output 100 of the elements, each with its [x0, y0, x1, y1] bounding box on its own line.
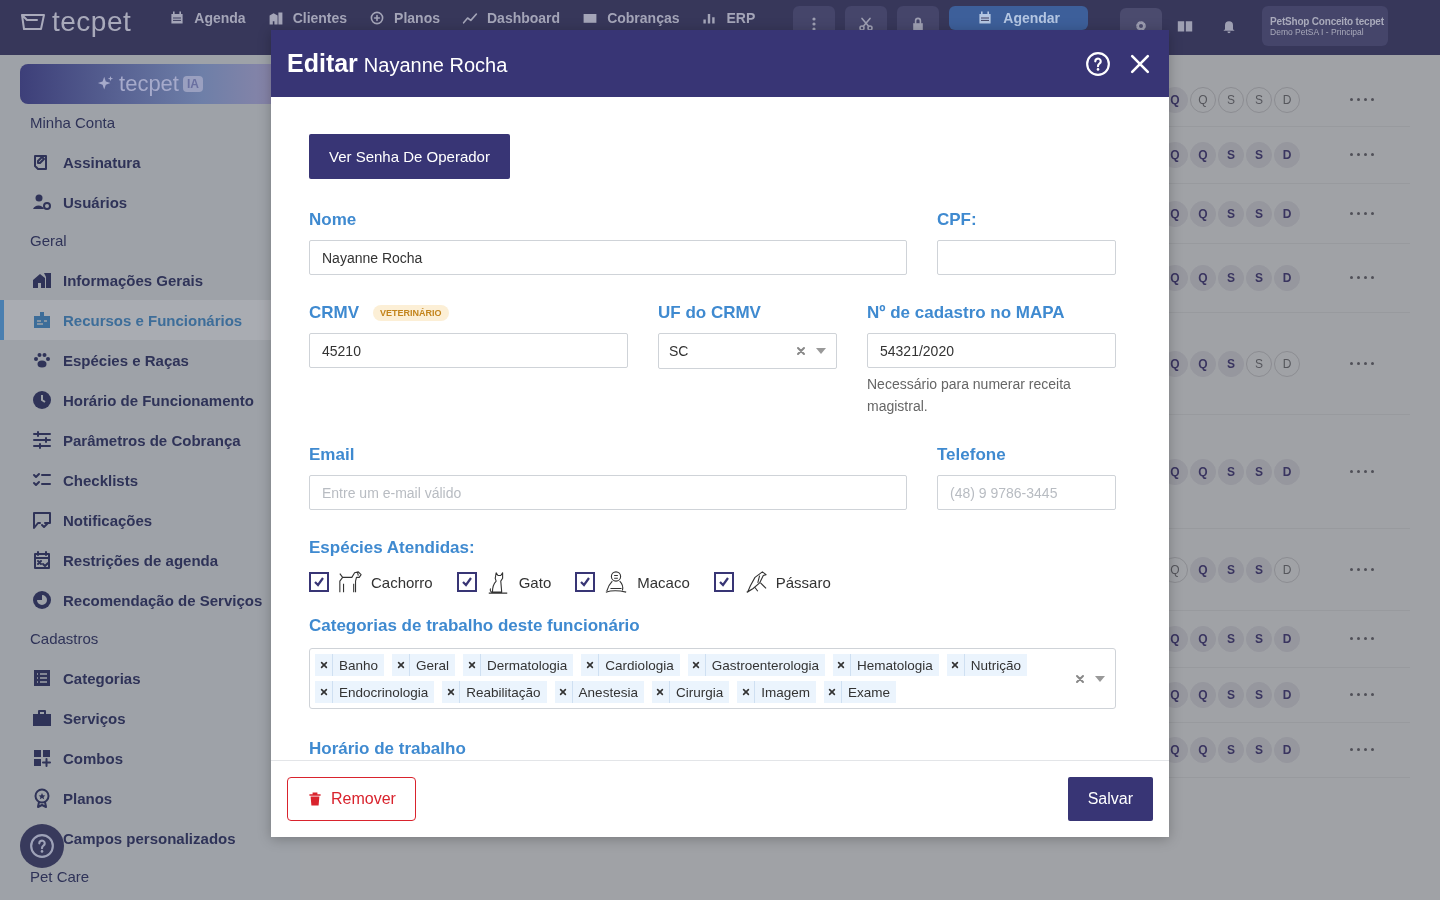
app-logo[interactable]: tecpet [52, 6, 132, 38]
weekday-toggle[interactable]: S [1246, 265, 1272, 291]
tag: Hematologia [833, 654, 939, 676]
sidebar-item[interactable]: Combos [0, 738, 300, 778]
input-field[interactable]: Entre um e-mail válido [309, 475, 907, 510]
weekday-toggle[interactable]: D [1274, 737, 1300, 763]
field-label: Nome [309, 209, 358, 231]
more-icon[interactable] [1350, 567, 1374, 572]
weekday-toggle[interactable]: Q [1190, 458, 1216, 485]
weekday-toggle[interactable]: D [1274, 458, 1300, 485]
tag: Endocrinologia [315, 681, 435, 703]
nav-link[interactable]: Dashboard [462, 10, 561, 26]
weekday-toggle[interactable]: S [1246, 556, 1272, 583]
sidebar-item[interactable]: Horário de Funcionamento [0, 380, 300, 420]
id-badge-icon [32, 310, 52, 330]
clock-icon [32, 390, 52, 410]
more-icon[interactable] [1350, 693, 1374, 697]
sidebar-item[interactable]: Restrições de agenda [0, 540, 300, 580]
sidebar-item[interactable]: Checklists [0, 460, 300, 500]
checkbox[interactable] [713, 572, 734, 592]
nav-link[interactable]: Cobranças [582, 10, 680, 26]
field-label: CRMV [309, 302, 360, 324]
checkbox[interactable] [575, 572, 596, 592]
help-button[interactable] [1085, 50, 1111, 77]
nav-link[interactable]: Clientes [267, 10, 348, 26]
more-icon[interactable] [1350, 211, 1374, 216]
sidebar-item[interactable]: Categorias [0, 658, 300, 698]
weekday-toggle[interactable]: S [1218, 737, 1244, 763]
weekday-toggle[interactable]: S [1218, 350, 1244, 377]
sidebar-item[interactable]: Serviços [0, 698, 300, 738]
account-menu[interactable]: PetShop Conceito tecpet Demo PetSA I - Principal [1262, 6, 1388, 46]
operator-password-button[interactable]: Ver Senha De Operador [309, 134, 510, 179]
tag: Anestesia [554, 681, 644, 703]
remove-icon [319, 688, 328, 696]
weekday-toggle[interactable]: Q [1190, 142, 1216, 168]
more-icon[interactable] [1350, 153, 1374, 157]
sidebar-item[interactable]: Informações Gerais [0, 260, 300, 300]
weekday-toggle[interactable]: Q [1190, 682, 1216, 708]
weekday-toggle[interactable]: Q [1190, 626, 1216, 652]
weekday-toggle[interactable]: D [1274, 265, 1300, 291]
help-text: Necessário para numerar receita magistral. [867, 375, 1072, 416]
weekday-toggle[interactable]: S [1218, 626, 1244, 652]
input-field[interactable]: 54321/2020 [867, 333, 1116, 368]
input-field[interactable]: Nayanne Rocha [309, 240, 907, 275]
weekday-toggle[interactable]: D [1274, 200, 1300, 227]
input-field[interactable]: (48) 9 9786-3445 [937, 475, 1116, 510]
weekday-toggle[interactable]: S [1246, 142, 1272, 168]
remove-button[interactable]: Remover [287, 777, 416, 821]
weekday-toggle[interactable]: Q [1190, 350, 1216, 377]
help-icon [1085, 50, 1111, 77]
weekday-toggle[interactable]: S [1218, 682, 1244, 708]
weekday-toggle[interactable]: S [1246, 737, 1272, 763]
more-icon[interactable] [1350, 637, 1374, 641]
more-icon[interactable] [1350, 276, 1374, 280]
more-icon[interactable] [1350, 361, 1374, 366]
help-icon [29, 833, 55, 859]
checkbox[interactable] [309, 572, 329, 592]
input-field[interactable]: 45210 [309, 333, 628, 368]
weekday-toggle[interactable]: S [1218, 200, 1244, 227]
field-label: Telefone [937, 444, 1007, 466]
sidebar-item[interactable]: Usuários [0, 182, 300, 222]
weekday-toggle[interactable]: S [1246, 458, 1272, 485]
option-label: Pássaro [775, 573, 831, 591]
weekday-toggle[interactable]: S [1218, 458, 1244, 485]
weekday-toggle[interactable]: Q [1190, 556, 1216, 583]
sidebar-item[interactable]: Espécies e Raças [0, 340, 300, 380]
weekday-toggle[interactable]: Q [1190, 200, 1216, 227]
weekday-toggle[interactable]: D [1274, 142, 1300, 168]
schedule-button[interactable]: Agendar [949, 6, 1089, 30]
more-icon[interactable] [1350, 469, 1374, 474]
weekday-toggle[interactable]: S [1246, 200, 1272, 227]
field-label: UF do CRMV [658, 302, 762, 324]
nav-link[interactable]: Agenda [169, 10, 246, 26]
nav-link[interactable]: ERP [701, 10, 756, 26]
sidebar-item[interactable]: Recomendação de Serviços [0, 580, 300, 620]
weekday-toggle[interactable]: S [1218, 142, 1244, 168]
input-field[interactable] [937, 240, 1116, 275]
save-button[interactable]: Salvar [1067, 777, 1153, 821]
nav-link[interactable]: Planos [369, 10, 440, 26]
sidebar-item[interactable]: Assinatura [0, 142, 300, 182]
more-icon[interactable] [1350, 748, 1374, 752]
category-select[interactable]: Banho Geral Dermatologia Cardiologia Gastroenterologia Hematologia Nutrição Endocrinologia Reabilitação Anestesia Cirurgia Imagem Exame [309, 648, 1116, 709]
section-title: Geral [29, 231, 68, 251]
weekday-toggle[interactable]: S [1246, 626, 1272, 652]
section-title: Pet Care [29, 867, 91, 887]
sidebar-item[interactable]: Parâmetros de Cobrança [0, 420, 300, 460]
weekday-toggle[interactable]: Q [1190, 737, 1216, 763]
state-select[interactable]: SC [658, 333, 837, 369]
building-icon [32, 270, 52, 290]
weekday-toggle[interactable]: D [1274, 682, 1300, 708]
checkbox[interactable] [456, 572, 477, 592]
weekday-toggle[interactable]: S [1246, 682, 1272, 708]
weekday-toggle[interactable]: Q [1190, 265, 1216, 291]
weekday-toggle[interactable]: S [1218, 556, 1244, 583]
tag: Cardiologia [581, 654, 680, 676]
weekday-toggle[interactable]: S [1218, 265, 1244, 291]
sidebar-item[interactable]: Notificações [0, 500, 300, 540]
weekday-toggle[interactable]: D [1274, 626, 1300, 652]
field-label: Espécies Atendidas: [309, 537, 476, 559]
more-icon[interactable] [1350, 97, 1374, 102]
